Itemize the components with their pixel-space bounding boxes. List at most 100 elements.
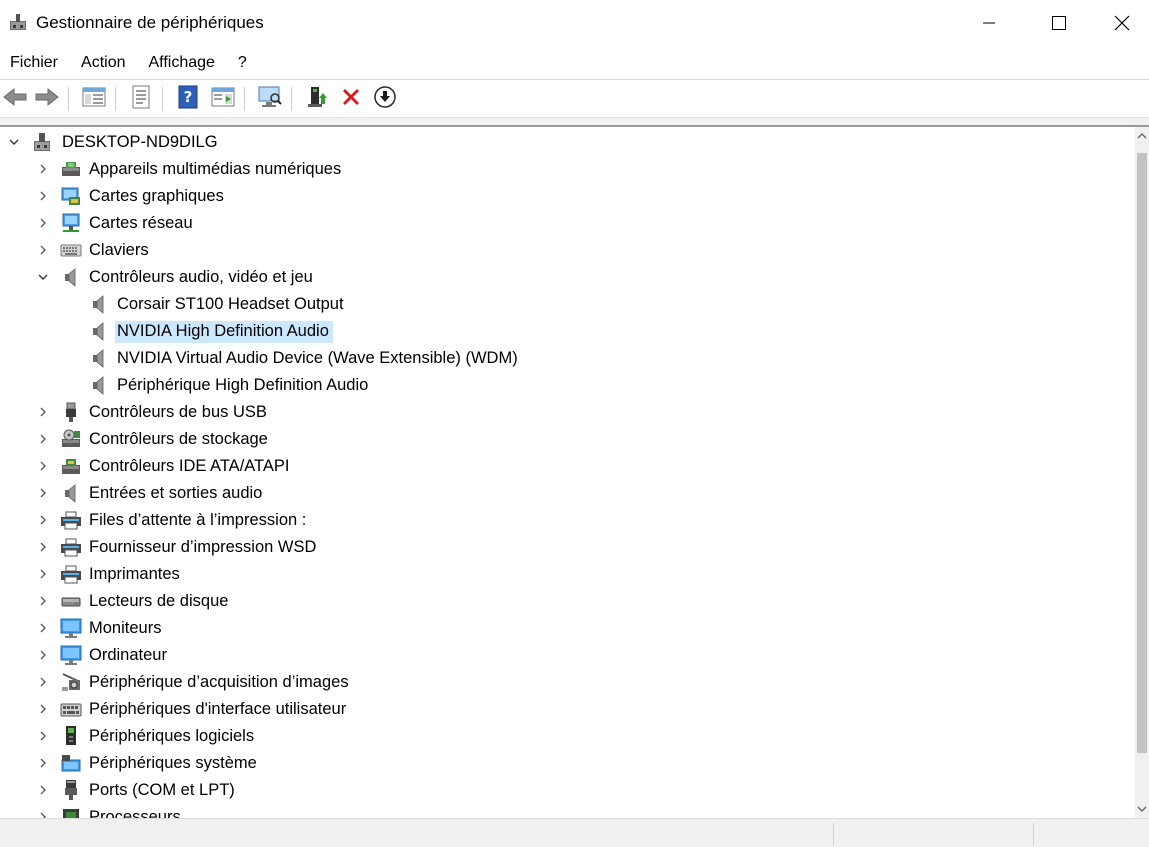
- tree-item-label: Processeurs: [89, 808, 181, 818]
- tree-category-row[interactable]: Cartes graphiques: [0, 182, 1135, 209]
- tree-category-row[interactable]: Périphériques logiciels: [0, 722, 1135, 749]
- tree-category-row[interactable]: Ordinateur: [0, 641, 1135, 668]
- tree-category-row[interactable]: Contrôleurs audio, vidéo et jeu: [0, 263, 1135, 290]
- tree-category-row[interactable]: Périphériques d'interface utilisateur: [0, 695, 1135, 722]
- chevron-right-icon[interactable]: [36, 675, 50, 689]
- chevron-right-icon[interactable]: [36, 594, 50, 608]
- tree-root-row[interactable]: DESKTOP-ND9DILG: [0, 128, 1135, 155]
- disk-drive-icon: [60, 590, 82, 612]
- tree-category-row[interactable]: Ports (COM et LPT): [0, 776, 1135, 803]
- monitor-scan-icon: [257, 85, 283, 114]
- tree-category-row[interactable]: Périphériques système: [0, 749, 1135, 776]
- properties-button[interactable]: [127, 85, 155, 113]
- help-button[interactable]: ?: [174, 85, 202, 113]
- tree-category-row[interactable]: Cartes réseau: [0, 209, 1135, 236]
- uninstall-device-button[interactable]: [337, 85, 365, 113]
- tree-item-label: Contrôleurs de bus USB: [89, 403, 267, 421]
- printer-icon: [60, 563, 82, 585]
- scan-hardware-changes-button[interactable]: [256, 85, 284, 113]
- tree-category-row[interactable]: Claviers: [0, 236, 1135, 263]
- forward-button[interactable]: [33, 85, 61, 113]
- action-pane-button[interactable]: [209, 85, 237, 113]
- tree-item-label: Claviers: [89, 241, 149, 259]
- chevron-right-icon[interactable]: [36, 810, 50, 818]
- tree-category-row[interactable]: Contrôleurs IDE ATA/ATAPI: [0, 452, 1135, 479]
- menu-affichage[interactable]: Affichage: [140, 50, 222, 76]
- camera-icon: [60, 671, 82, 693]
- tree-category-row[interactable]: Périphérique d’acquisition d’images: [0, 668, 1135, 695]
- disable-device-button[interactable]: [371, 85, 399, 113]
- show-hide-console-tree-button[interactable]: [80, 85, 108, 113]
- close-button[interactable]: [1094, 0, 1149, 46]
- scroll-down-button[interactable]: [1135, 800, 1149, 818]
- scroll-thumb[interactable]: [1137, 153, 1147, 753]
- tree-category-row[interactable]: Moniteurs: [0, 614, 1135, 641]
- chevron-right-icon[interactable]: [36, 513, 50, 527]
- update-driver-icon: [305, 85, 329, 114]
- tree-item-label: Moniteurs: [89, 619, 162, 637]
- toolbar: ?: [0, 81, 1149, 117]
- menu-help[interactable]: ?: [230, 50, 255, 76]
- action-pane-icon: [211, 86, 235, 113]
- chevron-right-icon[interactable]: [36, 189, 50, 203]
- back-button[interactable]: [1, 85, 29, 113]
- tree-category-row[interactable]: Imprimantes: [0, 560, 1135, 587]
- chevron-right-icon[interactable]: [36, 216, 50, 230]
- hid-icon: [60, 698, 82, 720]
- tree-item-label: Ports (COM et LPT): [89, 781, 235, 799]
- chevron-right-icon[interactable]: [36, 432, 50, 446]
- tree-category-row[interactable]: Lecteurs de disque: [0, 587, 1135, 614]
- minimize-button[interactable]: [954, 0, 1024, 46]
- chevron-right-icon[interactable]: [36, 783, 50, 797]
- menu-fichier[interactable]: Fichier: [2, 50, 66, 76]
- tree-item-label: Cartes réseau: [89, 214, 193, 232]
- chevron-down-icon: [1137, 800, 1147, 818]
- chevron-right-icon[interactable]: [36, 621, 50, 635]
- console-tree-icon: [82, 86, 106, 113]
- title-bar: Gestionnaire de périphériques: [0, 0, 1149, 46]
- printer-icon: [60, 509, 82, 531]
- chevron-right-icon[interactable]: [36, 459, 50, 473]
- help-book-icon: ?: [177, 85, 199, 114]
- ide-controller-icon: [60, 455, 82, 477]
- toolbar-separator: [68, 87, 69, 111]
- chevron-right-icon[interactable]: [36, 486, 50, 500]
- chevron-right-icon[interactable]: [36, 729, 50, 743]
- scroll-up-button[interactable]: [1135, 127, 1149, 145]
- tree-category-row[interactable]: Appareils multimédias numériques: [0, 155, 1135, 182]
- tree-category-row[interactable]: Contrôleurs de stockage: [0, 425, 1135, 452]
- chevron-right-icon[interactable]: [36, 567, 50, 581]
- vertical-scrollbar[interactable]: [1135, 127, 1149, 818]
- tree-item-label: Cartes graphiques: [89, 187, 224, 205]
- monitor-icon: [60, 644, 82, 666]
- tree-device-row[interactable]: NVIDIA High Definition Audio: [0, 317, 1135, 344]
- chevron-right-icon[interactable]: [36, 540, 50, 554]
- chevron-right-icon[interactable]: [36, 756, 50, 770]
- tree-category-row[interactable]: Fournisseur d’impression WSD: [0, 533, 1135, 560]
- chevron-right-icon[interactable]: [36, 648, 50, 662]
- tree-category-row[interactable]: Entrées et sorties audio: [0, 479, 1135, 506]
- update-driver-button[interactable]: [303, 85, 331, 113]
- chevron-up-icon: [1137, 127, 1147, 145]
- chevron-right-icon[interactable]: [36, 702, 50, 716]
- device-tree: DESKTOP-ND9DILG Appareils multimédias nu…: [0, 127, 1135, 818]
- tree-item-label: Imprimantes: [89, 565, 180, 583]
- tree-category-row[interactable]: Contrôleurs de bus USB: [0, 398, 1135, 425]
- chevron-down-icon[interactable]: [36, 270, 50, 284]
- chevron-right-icon[interactable]: [36, 243, 50, 257]
- properties-sheet-icon: [130, 85, 152, 114]
- menu-action[interactable]: Action: [73, 50, 133, 76]
- tree-category-row[interactable]: Processeurs: [0, 803, 1135, 818]
- tree-item-label: Périphériques logiciels: [89, 727, 255, 745]
- tree-device-row[interactable]: Corsair ST100 Headset Output: [0, 290, 1135, 317]
- maximize-button[interactable]: [1024, 0, 1094, 46]
- forward-arrow-icon: [35, 87, 59, 112]
- tree-device-row[interactable]: Périphérique High Definition Audio: [0, 371, 1135, 398]
- media-device-icon: [60, 158, 82, 180]
- tree-device-row[interactable]: NVIDIA Virtual Audio Device (Wave Extens…: [0, 344, 1135, 371]
- chevron-right-icon[interactable]: [36, 162, 50, 176]
- chevron-right-icon[interactable]: [36, 405, 50, 419]
- tree-category-row[interactable]: Files d’attente à l’impression :: [0, 506, 1135, 533]
- chevron-down-icon[interactable]: [7, 135, 21, 149]
- speaker-icon: [60, 482, 82, 504]
